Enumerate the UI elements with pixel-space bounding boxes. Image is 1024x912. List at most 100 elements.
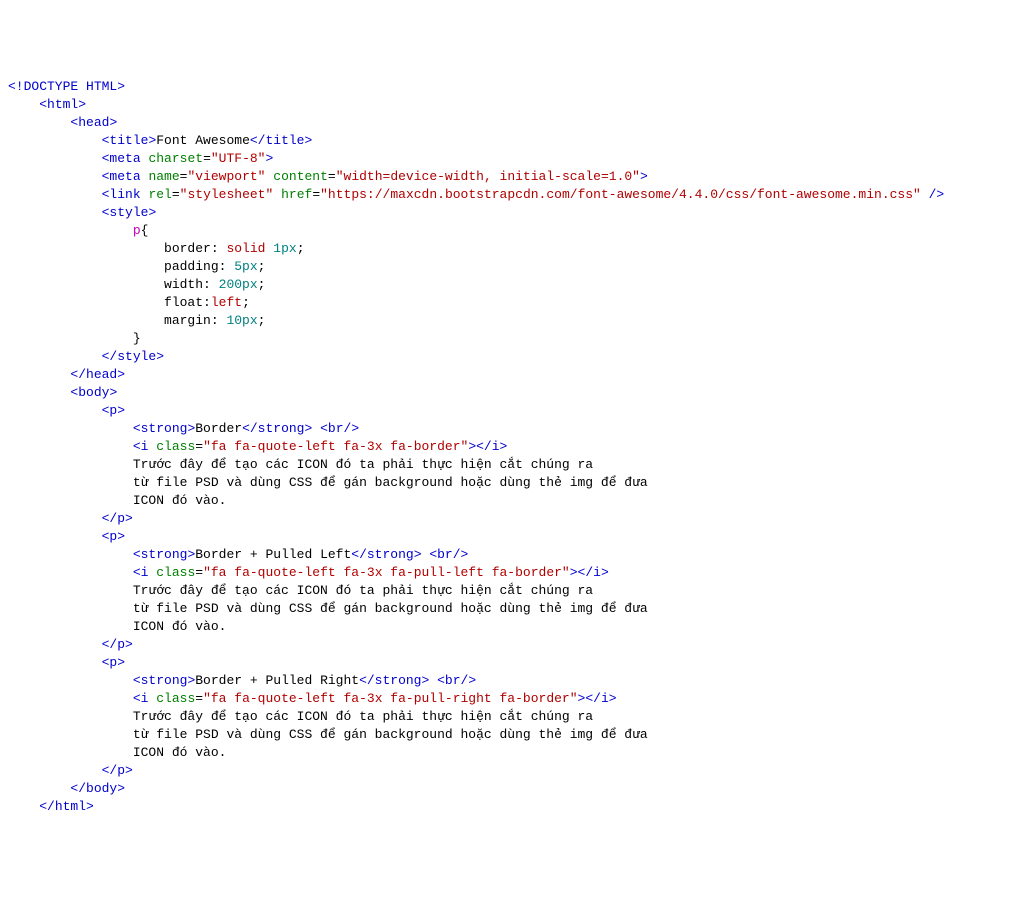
- brace: {: [141, 223, 149, 238]
- tag: <style: [102, 205, 149, 220]
- tag: </p: [102, 637, 125, 652]
- colon: :: [219, 259, 235, 274]
- tag: >: [117, 367, 125, 382]
- css-prop: float: [164, 295, 203, 310]
- code-block: <!DOCTYPE HTML> <html> <head> <title>Fon…: [8, 78, 1016, 816]
- tag: >: [578, 691, 586, 706]
- tag: >: [125, 637, 133, 652]
- colon: :: [211, 241, 227, 256]
- colon: :: [211, 313, 227, 328]
- tag: >: [187, 673, 195, 688]
- string: "stylesheet": [180, 187, 274, 202]
- tag: >: [468, 439, 476, 454]
- tag: </head: [70, 367, 117, 382]
- text: [312, 421, 320, 436]
- tag: </i: [585, 691, 608, 706]
- semi: ;: [258, 277, 266, 292]
- tag: >: [125, 763, 133, 778]
- semi: ;: [297, 241, 305, 256]
- attr: class: [148, 565, 195, 580]
- tag: </html: [39, 799, 86, 814]
- string: "viewport": [187, 169, 265, 184]
- attr: class: [148, 439, 195, 454]
- tag: >: [125, 511, 133, 526]
- tag: <meta: [102, 169, 141, 184]
- tag: />: [453, 547, 469, 562]
- attr: charset: [141, 151, 203, 166]
- tag: </p: [102, 511, 125, 526]
- tag: >: [265, 151, 273, 166]
- eq: =: [328, 169, 336, 184]
- tag: </i: [578, 565, 601, 580]
- tag: />: [921, 187, 944, 202]
- tag: </strong: [242, 421, 304, 436]
- eq: =: [312, 187, 320, 202]
- css-num: 10px: [226, 313, 257, 328]
- tag: >: [117, 655, 125, 670]
- css-num: 1px: [273, 241, 296, 256]
- string: "width=device-width, initial-scale=1.0": [336, 169, 640, 184]
- text: ICON đó vào.: [133, 619, 227, 634]
- attr: class: [148, 691, 195, 706]
- tag: >: [78, 97, 86, 112]
- string: "fa fa-quote-left fa-3x fa-border": [203, 439, 468, 454]
- text: ICON đó vào.: [133, 493, 227, 508]
- css-prop: padding: [164, 259, 219, 274]
- text: Trước đây để tạo các ICON đó ta phải thự…: [133, 583, 593, 598]
- text: Border + Pulled Left: [195, 547, 351, 562]
- tag: <br: [437, 673, 460, 688]
- tag: >: [117, 781, 125, 796]
- text: [429, 673, 437, 688]
- text: Trước đây để tạo các ICON đó ta phải thự…: [133, 457, 593, 472]
- tag: />: [344, 421, 360, 436]
- semi: ;: [242, 295, 250, 310]
- tag: >: [148, 205, 156, 220]
- tag: <title: [102, 133, 149, 148]
- tag: </strong: [351, 547, 413, 562]
- tag: >: [86, 799, 94, 814]
- attr: content: [265, 169, 327, 184]
- selector: p: [133, 223, 141, 238]
- text: Font Awesome: [156, 133, 250, 148]
- tag: >: [109, 115, 117, 130]
- tag: >: [500, 439, 508, 454]
- tag: <i: [133, 565, 149, 580]
- tag: <i: [133, 691, 149, 706]
- text: Trước đây để tạo các ICON đó ta phải thự…: [133, 709, 593, 724]
- eq: =: [195, 565, 203, 580]
- css-num: 200px: [219, 277, 258, 292]
- string: "https://maxcdn.bootstrapcdn.com/font-aw…: [320, 187, 921, 202]
- text: Border + Pulled Right: [195, 673, 359, 688]
- string: "fa fa-quote-left fa-3x fa-pull-left fa-…: [203, 565, 570, 580]
- text: từ file PSD và dùng CSS để gán backgroun…: [133, 601, 648, 616]
- tag: >: [117, 79, 125, 94]
- tag: >: [640, 169, 648, 184]
- colon: :: [203, 295, 211, 310]
- tag: >: [117, 403, 125, 418]
- text: ICON đó vào.: [133, 745, 227, 760]
- string: "UTF-8": [211, 151, 266, 166]
- string: "fa fa-quote-left fa-3x fa-pull-right fa…: [203, 691, 577, 706]
- text: Border: [195, 421, 242, 436]
- tag: >: [156, 349, 164, 364]
- tag: </i: [476, 439, 499, 454]
- tag: <body: [70, 385, 109, 400]
- attr: rel: [141, 187, 172, 202]
- tag: <i: [133, 439, 149, 454]
- tag: >: [304, 133, 312, 148]
- css-num: 5px: [234, 259, 257, 274]
- tag: </body: [70, 781, 117, 796]
- css-prop: margin: [164, 313, 211, 328]
- semi: ;: [258, 259, 266, 274]
- tag: <br: [320, 421, 343, 436]
- attr: name: [141, 169, 180, 184]
- tag: <meta: [102, 151, 141, 166]
- tag: </title: [250, 133, 305, 148]
- tag: <html: [39, 97, 78, 112]
- tag: <strong: [133, 421, 188, 436]
- tag: >: [414, 547, 422, 562]
- tag: <p: [102, 529, 118, 544]
- tag: </p: [102, 763, 125, 778]
- tag: <br: [429, 547, 452, 562]
- tag: <head: [70, 115, 109, 130]
